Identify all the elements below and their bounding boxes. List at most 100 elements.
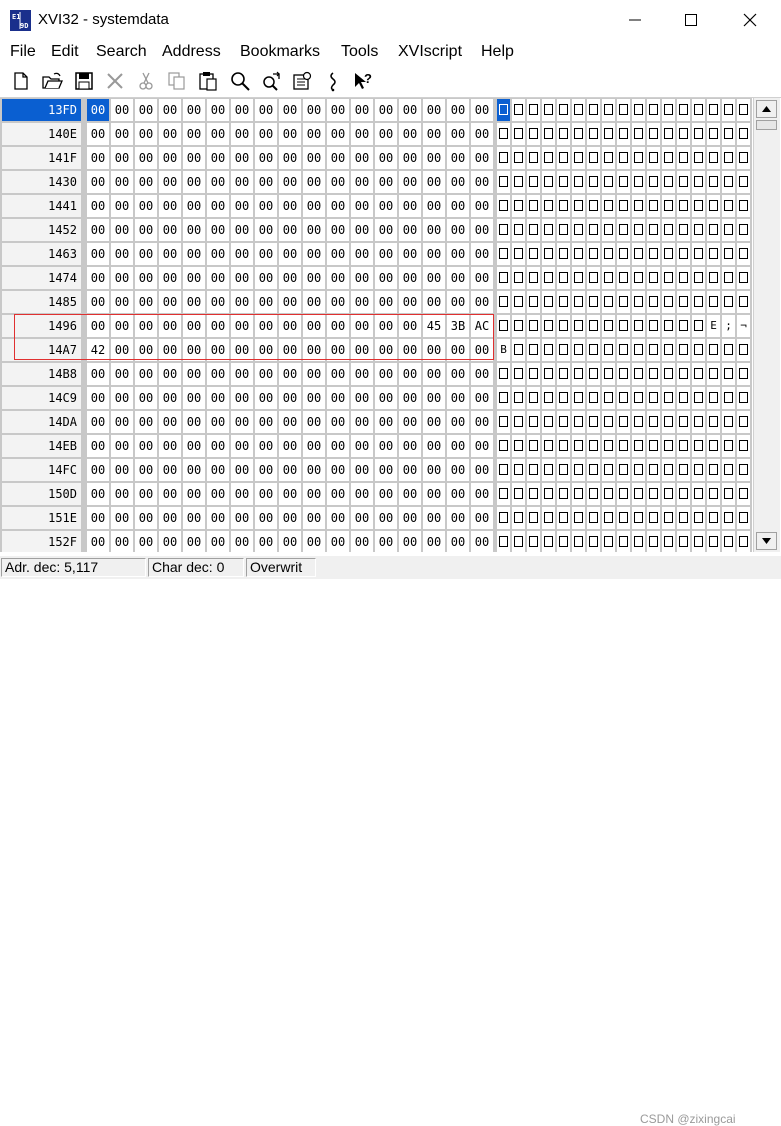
hex-cell[interactable]: 00 <box>135 531 157 552</box>
hex-cell[interactable]: 00 <box>135 483 157 505</box>
hex-cell[interactable]: 00 <box>87 99 109 121</box>
char-cell[interactable] <box>572 339 585 361</box>
hex-cell[interactable]: 00 <box>327 363 349 385</box>
char-cell[interactable] <box>602 195 615 217</box>
char-cell[interactable] <box>647 531 660 552</box>
char-cell[interactable] <box>722 243 735 265</box>
hex-cell[interactable]: 00 <box>399 219 421 241</box>
hex-cell[interactable]: 00 <box>159 411 181 433</box>
char-cell[interactable] <box>722 339 735 361</box>
char-cell[interactable] <box>737 531 750 552</box>
menu-tools[interactable]: Tools <box>341 43 378 61</box>
char-cell[interactable] <box>647 243 660 265</box>
hex-cell[interactable]: 00 <box>231 483 253 505</box>
char-cell[interactable] <box>677 363 690 385</box>
hex-cell[interactable]: 00 <box>87 483 109 505</box>
settings-icon[interactable] <box>291 70 313 92</box>
hex-cell[interactable]: 00 <box>183 363 205 385</box>
char-cell[interactable] <box>632 483 645 505</box>
hex-cell[interactable]: 00 <box>351 243 373 265</box>
hex-cell[interactable]: 00 <box>303 459 325 481</box>
char-cell[interactable] <box>632 219 645 241</box>
char-cell[interactable] <box>602 339 615 361</box>
paste-icon[interactable] <box>197 70 219 92</box>
char-cell[interactable] <box>692 315 705 337</box>
hex-cell[interactable]: 00 <box>423 387 445 409</box>
hex-cell[interactable]: 00 <box>135 387 157 409</box>
char-cell[interactable] <box>497 147 510 169</box>
char-cell[interactable] <box>602 435 615 457</box>
char-cell[interactable] <box>542 147 555 169</box>
hex-cell[interactable]: 00 <box>327 147 349 169</box>
char-cell[interactable] <box>512 267 525 289</box>
hex-cell[interactable]: 00 <box>183 483 205 505</box>
char-cell[interactable] <box>527 459 540 481</box>
char-cell[interactable] <box>737 459 750 481</box>
char-cell[interactable] <box>617 219 630 241</box>
hex-cell[interactable]: 00 <box>279 171 301 193</box>
char-cell[interactable] <box>557 507 570 529</box>
hex-cell[interactable]: 00 <box>375 483 397 505</box>
char-cell[interactable] <box>602 267 615 289</box>
char-cell[interactable] <box>572 315 585 337</box>
char-cell[interactable] <box>737 339 750 361</box>
hex-cell[interactable]: 00 <box>87 291 109 313</box>
char-cell[interactable] <box>572 483 585 505</box>
char-cell[interactable] <box>602 387 615 409</box>
hex-cell[interactable]: 00 <box>303 291 325 313</box>
char-cell[interactable] <box>647 411 660 433</box>
char-cell[interactable] <box>512 363 525 385</box>
hex-cell[interactable]: 00 <box>231 459 253 481</box>
char-cell[interactable] <box>617 267 630 289</box>
hex-cell[interactable]: 00 <box>447 435 469 457</box>
char-cell[interactable] <box>707 219 720 241</box>
hex-cell[interactable]: 00 <box>255 483 277 505</box>
char-cell[interactable] <box>512 147 525 169</box>
hex-cell[interactable]: 00 <box>303 363 325 385</box>
hex-cell[interactable]: 00 <box>255 171 277 193</box>
hex-cell[interactable]: 00 <box>231 195 253 217</box>
char-cell[interactable] <box>587 147 600 169</box>
hex-cell[interactable]: 00 <box>399 459 421 481</box>
char-cell[interactable] <box>722 363 735 385</box>
char-cell[interactable] <box>587 387 600 409</box>
char-cell[interactable] <box>542 99 555 121</box>
char-cell[interactable] <box>602 219 615 241</box>
char-cell[interactable] <box>512 387 525 409</box>
row-address[interactable]: 1474 <box>2 267 81 289</box>
char-cell[interactable] <box>617 315 630 337</box>
char-cell[interactable] <box>617 507 630 529</box>
hex-cell[interactable]: 00 <box>303 507 325 529</box>
char-cell[interactable] <box>617 531 630 552</box>
char-cell[interactable] <box>542 483 555 505</box>
char-cell[interactable] <box>737 195 750 217</box>
char-cell[interactable] <box>692 507 705 529</box>
hex-cell[interactable]: 00 <box>303 99 325 121</box>
char-cell[interactable] <box>527 195 540 217</box>
hex-cell[interactable]: 00 <box>231 291 253 313</box>
char-cell[interactable] <box>647 195 660 217</box>
hex-cell[interactable]: 00 <box>87 219 109 241</box>
hex-cell[interactable]: 00 <box>327 459 349 481</box>
hex-cell[interactable]: 00 <box>399 363 421 385</box>
char-cell[interactable] <box>632 267 645 289</box>
char-cell[interactable] <box>527 291 540 313</box>
char-cell[interactable] <box>587 459 600 481</box>
vertical-scrollbar[interactable] <box>753 98 780 552</box>
char-cell[interactable] <box>707 459 720 481</box>
hex-cell[interactable]: 00 <box>447 267 469 289</box>
hex-cell[interactable]: 00 <box>255 267 277 289</box>
char-cell[interactable] <box>572 531 585 552</box>
hex-cell[interactable]: 00 <box>111 507 133 529</box>
hex-cell[interactable]: 00 <box>327 387 349 409</box>
hex-cell[interactable]: 00 <box>135 195 157 217</box>
hex-cell[interactable]: 00 <box>399 291 421 313</box>
hex-cell[interactable]: 00 <box>303 123 325 145</box>
hex-cell[interactable]: 00 <box>327 123 349 145</box>
hex-cell[interactable]: 00 <box>255 459 277 481</box>
hex-cell[interactable]: 00 <box>351 507 373 529</box>
char-cell[interactable] <box>542 387 555 409</box>
char-cell[interactable] <box>572 363 585 385</box>
hex-cell[interactable]: 00 <box>207 531 229 552</box>
hex-cell[interactable]: 00 <box>207 219 229 241</box>
